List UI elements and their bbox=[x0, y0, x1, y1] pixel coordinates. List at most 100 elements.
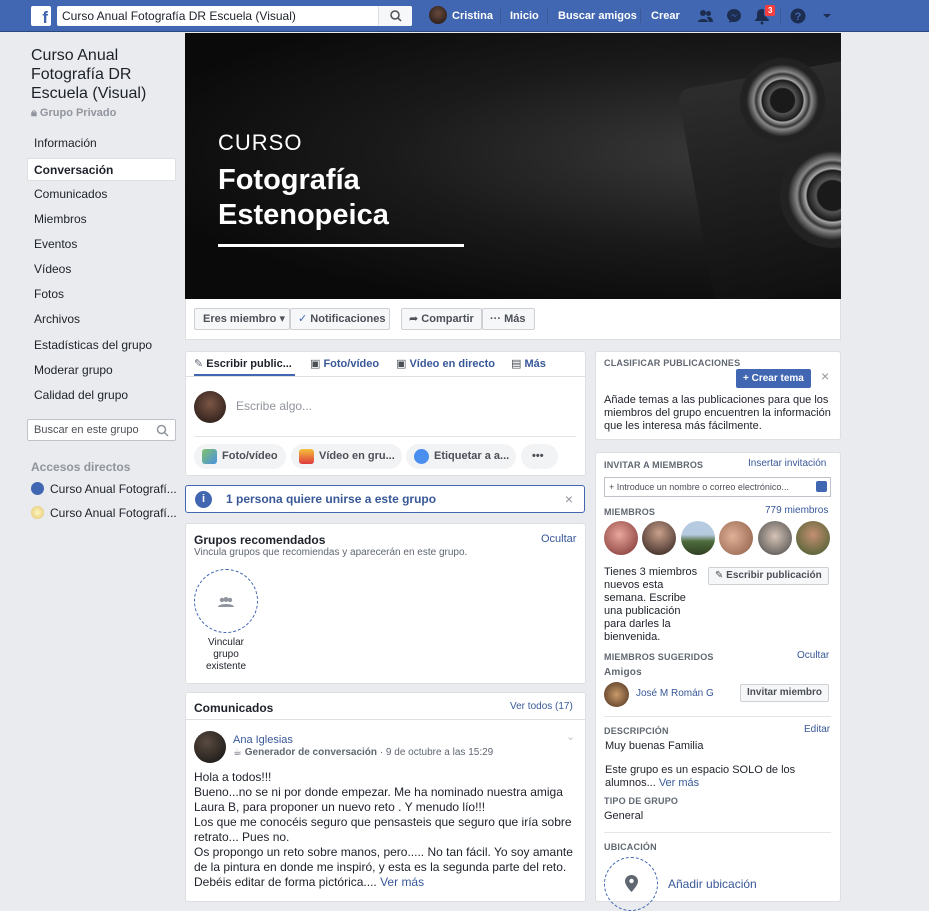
chevron-down-icon: ▾ bbox=[279, 313, 285, 325]
tag-friends-button[interactable]: Etiquetar a a... bbox=[406, 444, 516, 469]
tab-write-post[interactable]: ✎ Escribir public... bbox=[194, 357, 292, 370]
photo-video-button[interactable]: Foto/vídeo bbox=[194, 444, 286, 469]
post-options-chevron-down-icon[interactable]: ⌄ bbox=[566, 730, 575, 743]
group-search-input[interactable]: Buscar en este grupo bbox=[27, 419, 176, 441]
add-location-link[interactable]: Añadir ubicación bbox=[668, 877, 757, 891]
search-button[interactable] bbox=[378, 6, 412, 26]
close-icon[interactable]: × bbox=[821, 368, 829, 384]
see-more-link[interactable]: Ver más bbox=[380, 875, 424, 889]
post-text-line: Os propongo un reto sobre manos, pero...… bbox=[194, 845, 573, 859]
more-options-button[interactable]: ••• bbox=[521, 444, 558, 469]
member-avatar[interactable] bbox=[681, 521, 715, 555]
popcorn-icon bbox=[299, 449, 314, 464]
lock-icon: 🔒︎ bbox=[31, 107, 40, 119]
join-request-banner[interactable]: i 1 persona quiere unirse a este grupo × bbox=[185, 485, 585, 513]
account-menu-chevron-down-icon[interactable] bbox=[818, 7, 836, 25]
more-label: Más bbox=[504, 313, 526, 325]
member-status-button[interactable]: Eres miembro ▾ bbox=[194, 308, 290, 330]
suggested-member-avatar[interactable] bbox=[604, 682, 629, 707]
member-avatar[interactable] bbox=[642, 521, 676, 555]
map-pin-icon bbox=[625, 875, 638, 892]
member-avatar[interactable] bbox=[758, 521, 792, 555]
sidebar-item-videos[interactable]: Vídeos bbox=[27, 258, 176, 281]
composer-text-input[interactable]: Escribe algo... bbox=[236, 399, 312, 413]
hide-recommended-link[interactable]: Ocultar bbox=[541, 533, 576, 545]
sidebar-item-files[interactable]: Archivos bbox=[27, 308, 176, 331]
home-link[interactable]: Inicio bbox=[510, 0, 539, 32]
group-video-button[interactable]: Vídeo en gru... bbox=[291, 444, 402, 469]
see-all-announcements-link[interactable]: Ver todos (17) bbox=[510, 701, 573, 712]
group-type-value: General bbox=[604, 810, 644, 822]
add-location-circle[interactable] bbox=[604, 857, 658, 911]
help-icon[interactable]: ? bbox=[789, 7, 807, 25]
sidebar-item-discussion[interactable]: Conversación bbox=[27, 158, 176, 181]
invite-member-button[interactable]: Invitar miembro bbox=[740, 684, 830, 702]
share-button[interactable]: ➦ Compartir bbox=[401, 308, 482, 330]
facebook-logo-icon[interactable]: f bbox=[31, 6, 51, 26]
post-timestamp[interactable]: · 9 de octubre a las 15:29 bbox=[380, 747, 493, 758]
user-avatar[interactable] bbox=[194, 391, 226, 423]
invite-member-placeholder: + Introduce un nombre o correo electróni… bbox=[609, 482, 789, 492]
invite-member-input[interactable]: + Introduce un nombre o correo electróni… bbox=[604, 477, 831, 497]
shortcut-item[interactable]: Curso Anual Fotografí... bbox=[31, 506, 177, 520]
sidebar-item-announcements[interactable]: Comunicados bbox=[27, 183, 176, 206]
more-button[interactable]: ··· Más bbox=[482, 308, 535, 330]
cover-title-line: Estenopeica bbox=[218, 199, 389, 231]
suggested-member-name[interactable]: José M Román G bbox=[636, 688, 714, 699]
members-count-link[interactable]: 779 miembros bbox=[765, 505, 828, 516]
post-text-line: Laura B, para proponer un nuevo reto . Y… bbox=[194, 800, 486, 814]
tab-live-video[interactable]: ▣ Vídeo en directo bbox=[396, 357, 495, 370]
member-avatar[interactable] bbox=[604, 521, 638, 555]
notifications-button[interactable]: ✓ Notificaciones bbox=[290, 308, 390, 330]
sidebar-item-photos[interactable]: Fotos bbox=[27, 283, 176, 306]
create-link[interactable]: Crear bbox=[651, 0, 680, 32]
sidebar-item-members[interactable]: Miembros bbox=[27, 208, 176, 231]
close-icon[interactable]: × bbox=[565, 492, 573, 506]
see-more-link[interactable]: Ver más bbox=[659, 777, 699, 789]
contact-card-icon[interactable] bbox=[816, 481, 827, 492]
tab-more-label: Más bbox=[524, 358, 546, 370]
search-value: Curso Anual Fotografía DR Escuela (Visua… bbox=[62, 9, 296, 23]
author-avatar[interactable] bbox=[194, 731, 226, 763]
shortcut-label: Curso Anual Fotografí... bbox=[50, 482, 177, 496]
create-topic-button[interactable]: + Crear tema bbox=[736, 369, 811, 388]
invite-members-header: INVITAR A MIEMBROS bbox=[604, 460, 704, 470]
user-avatar[interactable] bbox=[429, 6, 447, 24]
member-avatar[interactable] bbox=[719, 521, 753, 555]
sidebar-item-moderate[interactable]: Moderar grupo bbox=[27, 359, 176, 382]
more-dots-icon: ▤ bbox=[511, 358, 525, 370]
tab-photo-video[interactable]: ▣ Foto/vídeo bbox=[310, 357, 379, 370]
divider bbox=[604, 716, 831, 717]
write-post-label: Escribir publicación bbox=[726, 570, 822, 581]
link-group-label[interactable]: Vincular grupo existente bbox=[196, 637, 256, 673]
tag-person-icon bbox=[414, 449, 429, 464]
post-author-name[interactable]: Ana Iglesias bbox=[233, 734, 293, 746]
post-text-line: Bueno...no se ni por donde empezar. Me h… bbox=[194, 785, 563, 799]
tab-write-post-label: Escribir public... bbox=[206, 358, 292, 370]
member-avatar[interactable] bbox=[796, 521, 830, 555]
edit-description-link[interactable]: Editar bbox=[804, 724, 830, 735]
group-icon bbox=[218, 597, 234, 607]
sidebar-item-insights[interactable]: Estadísticas del grupo bbox=[27, 334, 176, 357]
global-search-input[interactable]: Curso Anual Fotografía DR Escuela (Visua… bbox=[57, 6, 412, 26]
find-friends-link[interactable]: Buscar amigos bbox=[558, 0, 637, 32]
messenger-icon[interactable] bbox=[725, 7, 743, 25]
cover-title-large: Fotografía Estenopeica bbox=[218, 163, 389, 233]
write-post-button[interactable]: ✎ Escribir publicación bbox=[708, 567, 829, 585]
share-arrow-icon: ➦ bbox=[409, 313, 419, 325]
cover-title-small: CURSO bbox=[218, 130, 303, 155]
shortcut-item[interactable]: Curso Anual Fotografí... bbox=[31, 482, 177, 496]
conversation-starter-badge: Generador de conversación bbox=[244, 747, 378, 758]
hide-suggested-link[interactable]: Ocultar bbox=[797, 650, 829, 661]
tab-live-video-label: Vídeo en directo bbox=[409, 358, 496, 370]
sidebar-item-events[interactable]: Eventos bbox=[27, 233, 176, 256]
tab-more[interactable]: ▤ Más bbox=[511, 357, 546, 370]
group-name[interactable]: Curso Anual Fotografía DR Escuela (Visua… bbox=[31, 46, 171, 103]
sidebar-item-info[interactable]: Información bbox=[27, 132, 176, 155]
user-profile-link[interactable]: Cristina bbox=[452, 0, 493, 32]
sidebar-item-group-quality[interactable]: Calidad del grupo bbox=[27, 384, 176, 407]
svg-text:?: ? bbox=[795, 11, 802, 23]
embed-invitation-link[interactable]: Insertar invitación bbox=[748, 458, 826, 469]
link-group-button[interactable] bbox=[194, 569, 258, 633]
friend-requests-icon[interactable] bbox=[696, 7, 714, 25]
